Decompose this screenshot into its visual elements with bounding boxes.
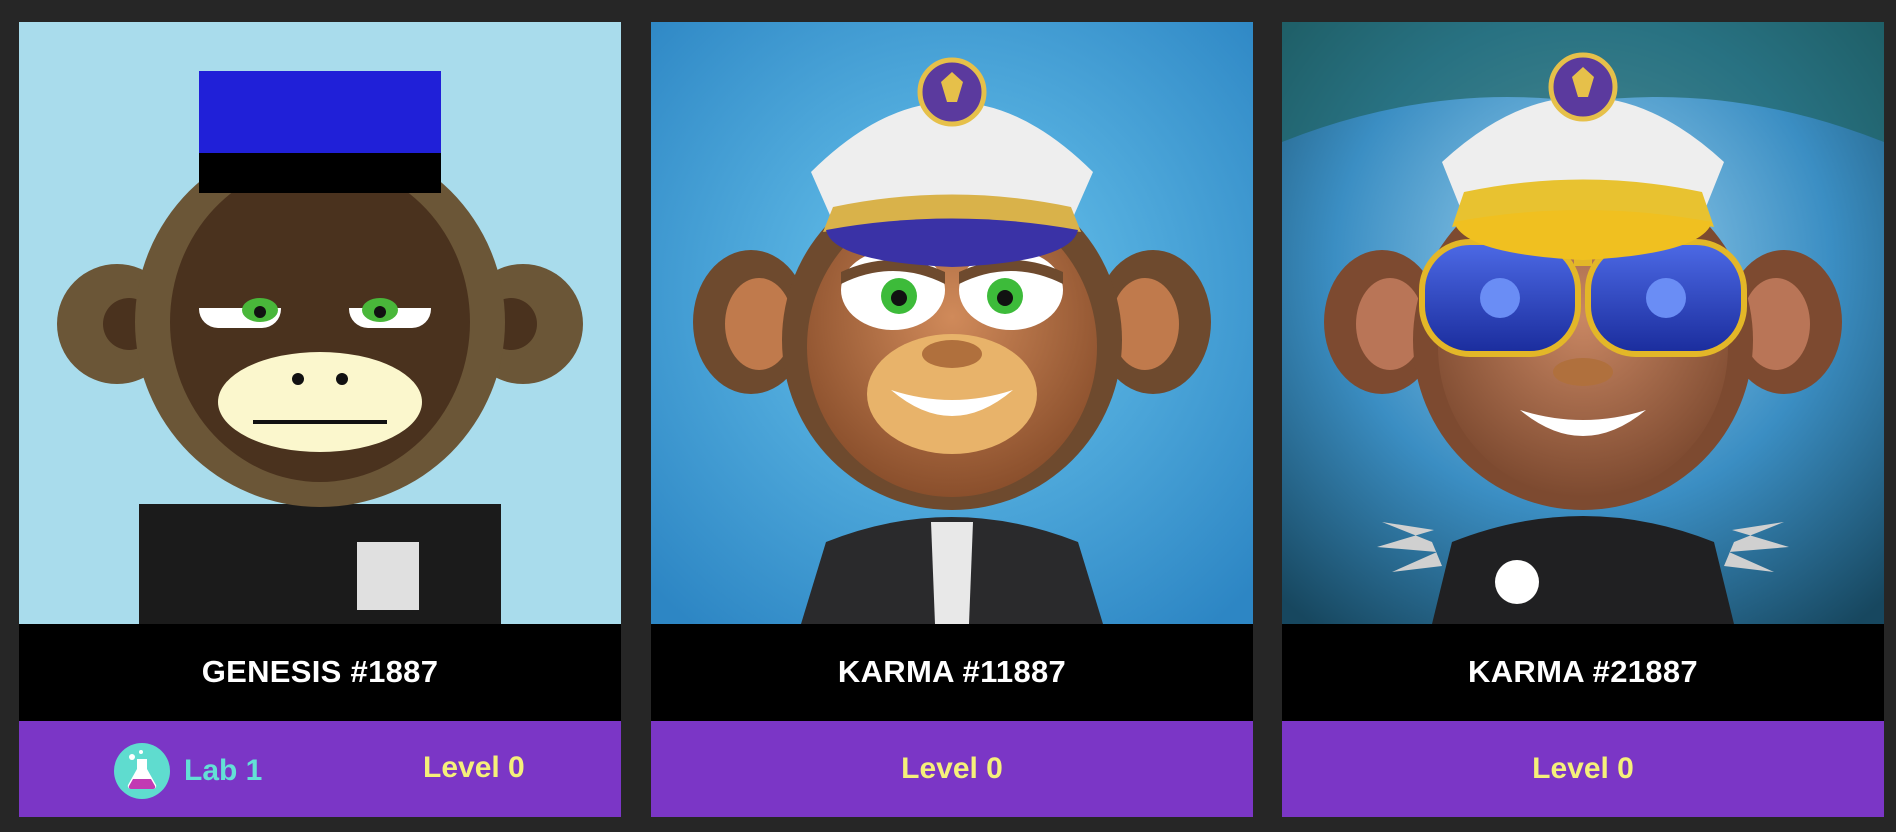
flask-icon [114,743,170,799]
lab-badge[interactable]: Lab 1 [114,743,262,799]
nft-card-karma-11887[interactable]: KARMA #11887 Level 0 [651,22,1253,817]
nft-footer: Level 0 [1282,721,1884,817]
nft-footer: Lab 1 Level 0 [19,721,621,817]
nft-footer: Level 0 [651,721,1253,817]
level-label: Level 0 [1532,752,1634,785]
nft-title: KARMA #11887 [837,653,1067,689]
pixel-monkey-conductor-art [19,22,621,624]
level-label: Level 0 [901,752,1003,785]
nft-image[interactable] [651,22,1253,624]
nft-card-karma-21887[interactable]: KARMA #21887 Level 0 [1282,22,1884,817]
nft-image[interactable] [19,22,621,624]
nft-card-genesis[interactable]: GENESIS #1887 Lab 1 Level 0 [19,22,621,817]
nft-card-grid: GENESIS #1887 Lab 1 Level 0 KARMA #11887… [0,0,1896,832]
lab-label: Lab 1 [184,754,263,787]
gold-captain-monkey-sunglasses-art [1282,22,1884,624]
nft-title: KARMA #21887 [1468,653,1698,689]
level-label: Level 0 [423,751,525,784]
nft-title: GENESIS #1887 [201,653,439,689]
captain-monkey-art [651,22,1253,624]
nft-image[interactable] [1282,22,1884,624]
